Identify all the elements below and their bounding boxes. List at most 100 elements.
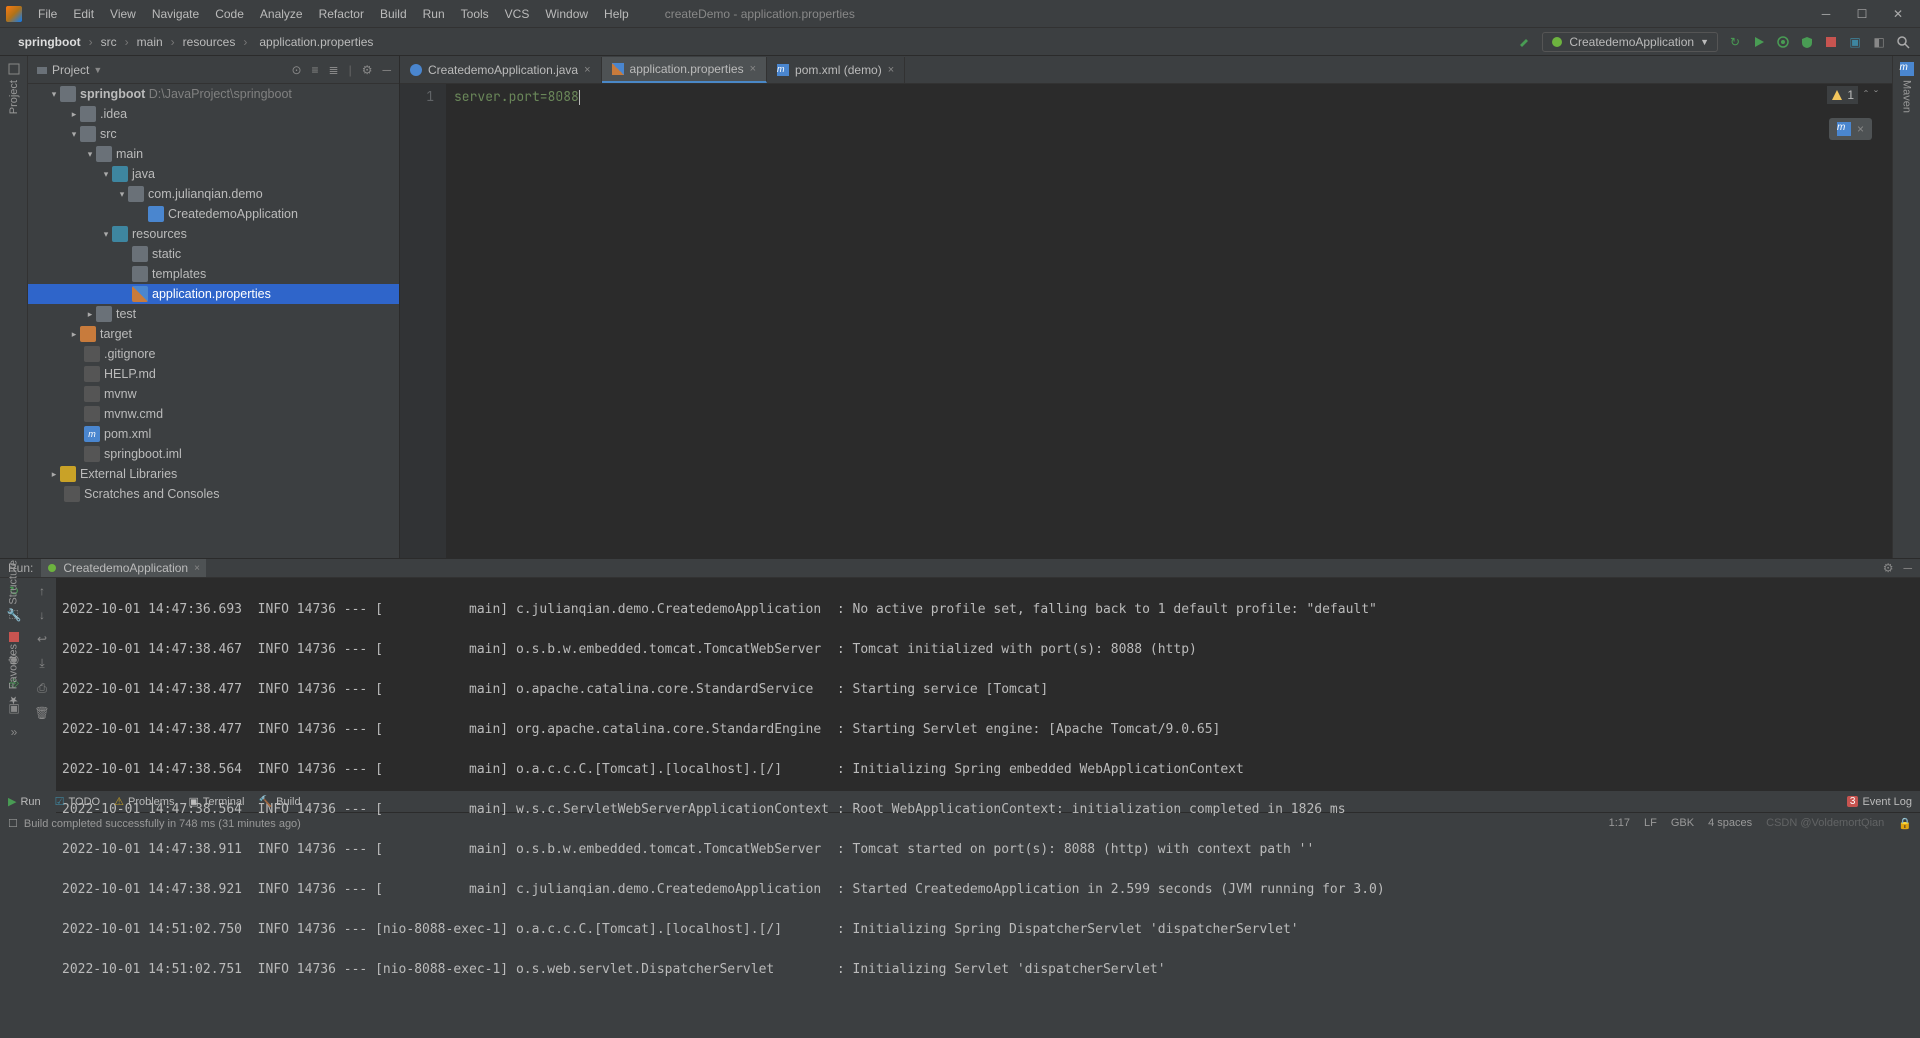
gear-icon[interactable]: ⚙ bbox=[1883, 561, 1894, 575]
tree-idea[interactable]: ▸.idea bbox=[28, 104, 399, 124]
debug-icon[interactable] bbox=[1776, 35, 1790, 49]
tree-pom[interactable]: mpom.xml bbox=[28, 424, 399, 444]
tree-mvnw[interactable]: mvnw bbox=[28, 384, 399, 404]
favorites-tool[interactable]: ★Favorites bbox=[7, 644, 20, 706]
chevron-up-icon[interactable]: ˆ bbox=[1864, 88, 1868, 102]
crumb-resources[interactable]: resources bbox=[181, 35, 238, 49]
tab-properties[interactable]: application.properties× bbox=[602, 57, 768, 83]
run-config-selector[interactable]: CreatedemoApplication ▼ bbox=[1542, 32, 1718, 52]
close-icon[interactable]: × bbox=[194, 563, 200, 574]
tree-ext-libs[interactable]: ▸External Libraries bbox=[28, 464, 399, 484]
collapse-all-icon[interactable]: ≣ bbox=[329, 63, 339, 77]
project-tree[interactable]: ▾springboot D:\JavaProject\springboot ▸.… bbox=[28, 84, 399, 558]
tree-java[interactable]: ▾java bbox=[28, 164, 399, 184]
maximize-icon[interactable]: ☐ bbox=[1854, 7, 1870, 21]
tab-pom[interactable]: mpom.xml (demo)× bbox=[767, 57, 905, 83]
menu-navigate[interactable]: Navigate bbox=[146, 5, 205, 23]
menu-run[interactable]: Run bbox=[417, 5, 451, 23]
stop-icon[interactable] bbox=[1824, 35, 1838, 49]
tree-root[interactable]: ▾springboot D:\JavaProject\springboot bbox=[28, 84, 399, 104]
up-icon[interactable]: ↑ bbox=[39, 584, 45, 598]
editor-body[interactable]: 1 server.port=8088 bbox=[400, 84, 1892, 558]
attach-icon[interactable]: ◧ bbox=[1872, 35, 1886, 49]
hide-icon[interactable]: ─ bbox=[382, 63, 391, 77]
tree-help[interactable]: HELP.md bbox=[28, 364, 399, 384]
tree-iml[interactable]: springboot.iml bbox=[28, 444, 399, 464]
menu-vcs[interactable]: VCS bbox=[499, 5, 536, 23]
tree-main[interactable]: ▾main bbox=[28, 144, 399, 164]
console-output[interactable]: 2022-10-01 14:47:36.693 INFO 14736 --- [… bbox=[56, 578, 1920, 1022]
caret-position[interactable]: 1:17 bbox=[1609, 817, 1630, 830]
down-icon[interactable]: ↓ bbox=[39, 608, 45, 622]
close-icon[interactable]: × bbox=[750, 63, 756, 75]
menu-build[interactable]: Build bbox=[374, 5, 413, 23]
crumb-src[interactable]: src bbox=[99, 35, 119, 49]
menu-window[interactable]: Window bbox=[539, 5, 594, 23]
menu-file[interactable]: File bbox=[32, 5, 63, 23]
bottom-event-log[interactable]: 3Event Log bbox=[1847, 796, 1912, 808]
project-tool-icon[interactable] bbox=[7, 62, 21, 76]
coverage-icon[interactable] bbox=[1800, 35, 1814, 49]
menu-refactor[interactable]: Refactor bbox=[313, 5, 370, 23]
menu-code[interactable]: Code bbox=[209, 5, 250, 23]
code-area[interactable]: server.port=8088 bbox=[446, 84, 1892, 558]
expand-all-icon[interactable]: ≡ bbox=[312, 63, 319, 77]
maven-tool-label[interactable]: Maven bbox=[1901, 80, 1913, 113]
chevron-down-icon[interactable]: ˇ bbox=[1874, 88, 1878, 102]
menu-view[interactable]: View bbox=[104, 5, 142, 23]
editor-inspections[interactable]: 1 ˆ ˇ bbox=[1827, 86, 1878, 104]
line-ending[interactable]: LF bbox=[1644, 817, 1657, 830]
reload-icon[interactable]: ↻ bbox=[1728, 35, 1742, 49]
clear-icon[interactable]: 🗑 bbox=[34, 706, 49, 720]
scroll-to-end-icon[interactable]: ⤓ bbox=[39, 656, 44, 671]
bottom-build-tab[interactable]: 🔨Build bbox=[258, 795, 300, 808]
tree-scratches[interactable]: Scratches and Consoles bbox=[28, 484, 399, 504]
tree-resources[interactable]: ▾resources bbox=[28, 224, 399, 244]
lock-icon[interactable]: 🔒 bbox=[1898, 817, 1912, 830]
menu-edit[interactable]: Edit bbox=[67, 5, 100, 23]
gear-icon[interactable]: ⚙ bbox=[362, 63, 373, 77]
close-icon[interactable]: ✕ bbox=[1890, 7, 1906, 21]
build-hammer-icon[interactable] bbox=[1518, 35, 1532, 49]
run-config-tab[interactable]: CreatedemoApplication × bbox=[41, 559, 206, 577]
menu-tools[interactable]: Tools bbox=[455, 5, 495, 23]
soft-wrap-icon[interactable]: ↩ bbox=[37, 632, 47, 646]
project-title[interactable]: Project ▼ bbox=[36, 63, 102, 77]
print-icon[interactable]: ⎙ bbox=[37, 681, 47, 696]
tree-app-props[interactable]: application.properties bbox=[28, 284, 399, 304]
menu-help[interactable]: Help bbox=[598, 5, 635, 23]
warning-badge[interactable]: 1 bbox=[1827, 86, 1858, 104]
project-tool-label[interactable]: Project bbox=[8, 80, 20, 114]
tree-test[interactable]: ▸test bbox=[28, 304, 399, 324]
bottom-terminal-tab[interactable]: ▣Terminal bbox=[188, 795, 244, 808]
close-icon[interactable]: × bbox=[888, 64, 894, 76]
maven-icon[interactable]: m bbox=[1900, 62, 1914, 76]
maven-reload-popup[interactable]: m × bbox=[1829, 118, 1872, 140]
indent[interactable]: 4 spaces bbox=[1708, 817, 1752, 830]
search-icon[interactable] bbox=[1896, 35, 1910, 49]
close-icon[interactable]: × bbox=[584, 64, 590, 76]
bottom-run-tab[interactable]: ▶Run bbox=[8, 795, 41, 808]
crumb-file[interactable]: application.properties bbox=[257, 35, 375, 49]
tree-target[interactable]: ▸target bbox=[28, 324, 399, 344]
tree-gitignore[interactable]: .gitignore bbox=[28, 344, 399, 364]
open-folder-icon[interactable]: ▣ bbox=[1848, 35, 1862, 49]
tree-templates[interactable]: templates bbox=[28, 264, 399, 284]
menu-analyze[interactable]: Analyze bbox=[254, 5, 309, 23]
encoding[interactable]: GBK bbox=[1671, 817, 1694, 830]
tree-src[interactable]: ▾src bbox=[28, 124, 399, 144]
more-icon[interactable]: » bbox=[11, 725, 18, 739]
tree-package[interactable]: ▾com.julianqian.demo bbox=[28, 184, 399, 204]
crumb-project[interactable]: springboot bbox=[16, 35, 83, 49]
structure-tool[interactable]: ⬚Structure bbox=[7, 560, 20, 622]
status-icon[interactable]: ☐ bbox=[8, 817, 18, 830]
crumb-main[interactable]: main bbox=[135, 35, 165, 49]
tree-app-class[interactable]: CreatedemoApplication bbox=[28, 204, 399, 224]
locate-icon[interactable]: ⊙ bbox=[291, 63, 301, 77]
bottom-todo-tab[interactable]: ☑TODO bbox=[55, 795, 100, 808]
hide-icon[interactable]: ─ bbox=[1903, 561, 1912, 575]
tree-static[interactable]: static bbox=[28, 244, 399, 264]
bottom-problems-tab[interactable]: ⚠Problems bbox=[114, 795, 174, 808]
run-icon[interactable] bbox=[1752, 35, 1766, 49]
minimize-icon[interactable]: ─ bbox=[1818, 7, 1834, 21]
